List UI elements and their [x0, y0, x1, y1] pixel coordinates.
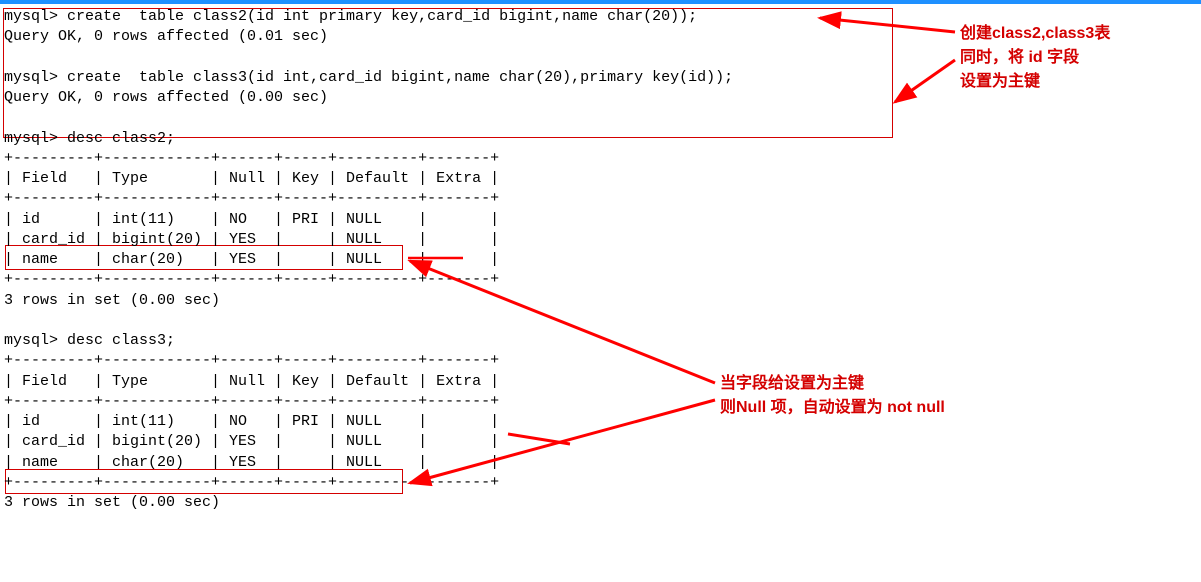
annotation-line: 设置为主键: [960, 70, 1110, 94]
annotation-null-primary-key: 当字段给设置为主键 则Null 项，自动设置为 not null: [720, 372, 945, 420]
annotation-line: 当字段给设置为主键: [720, 372, 945, 396]
annotation-line: 创建class2,class3表: [960, 22, 1110, 46]
annotation-create-tables: 创建class2,class3表 同时，将 id 字段 设置为主键: [960, 22, 1110, 94]
annotation-line: 同时，将 id 字段: [960, 46, 1110, 70]
annotation-line: 则Null 项，自动设置为 not null: [720, 396, 945, 420]
